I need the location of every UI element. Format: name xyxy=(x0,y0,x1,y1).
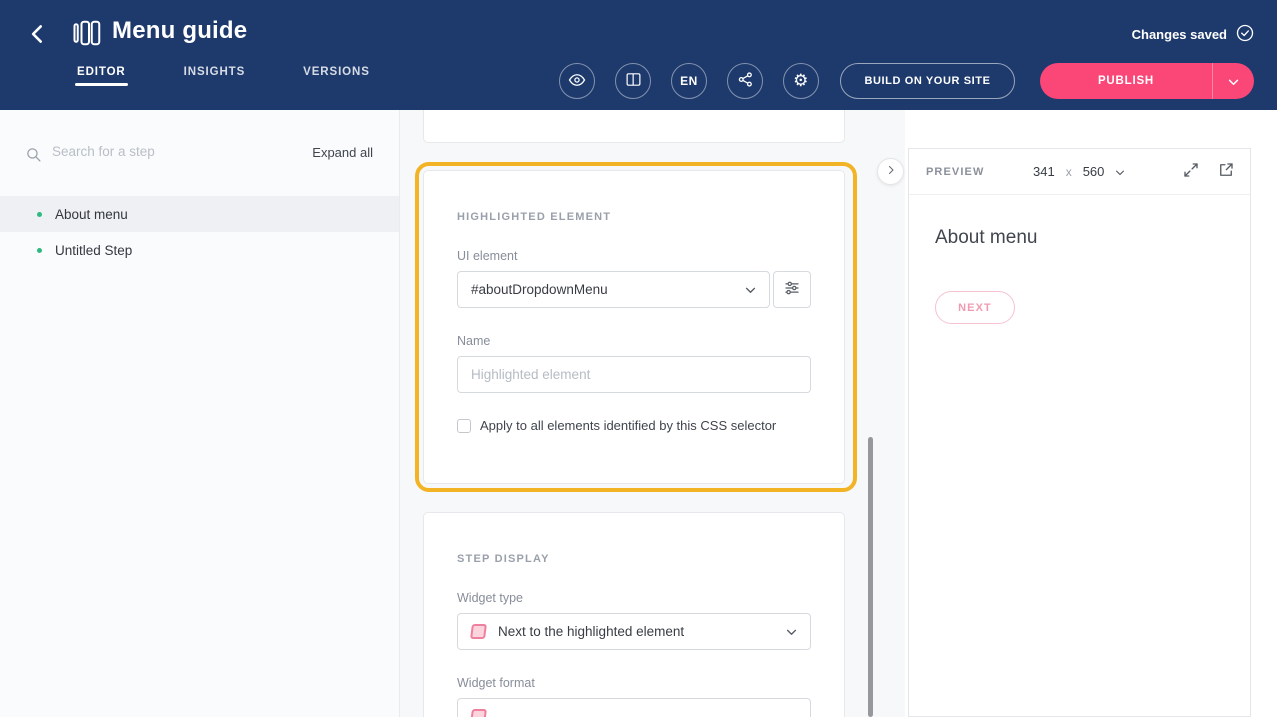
tab-insights[interactable]: INSIGHTS xyxy=(182,66,248,94)
preview-eye-button[interactable] xyxy=(559,63,595,99)
step-list: About menu Untitled Step xyxy=(0,196,399,268)
header-icon-buttons: EN ⚙ xyxy=(559,63,819,99)
selector-settings-button[interactable] xyxy=(773,271,811,308)
layout-panel-button[interactable] xyxy=(615,63,651,99)
apply-all-row: Apply to all elements identified by this… xyxy=(457,418,811,433)
expand-icon xyxy=(1182,161,1200,182)
build-on-your-site-button[interactable]: BUILD ON YOUR SITE xyxy=(840,63,1015,99)
preview-width: 341 xyxy=(1033,164,1055,179)
steps-sidebar: Expand all About menu Untitled Step xyxy=(0,110,400,717)
preview-dimensions-select[interactable]: 341 x 560 xyxy=(1033,164,1125,179)
app-logo-icon xyxy=(70,17,102,49)
widget-type-value: Next to the highlighted element xyxy=(498,624,684,639)
widget-type-label: Widget type xyxy=(457,591,811,605)
tab-versions[interactable]: VERSIONS xyxy=(301,66,372,94)
highlighted-element-card: HIGHLIGHTED ELEMENT UI element #aboutDro… xyxy=(423,170,845,484)
step-label: Untitled Step xyxy=(55,243,132,258)
step-display-card: STEP DISPLAY Widget type Next to the hig… xyxy=(423,512,845,717)
ui-element-select[interactable]: #aboutDropdownMenu xyxy=(457,271,770,308)
changes-saved-status: Changes saved xyxy=(1132,23,1255,46)
header-tabs: EDITOR INSIGHTS VERSIONS xyxy=(75,66,372,94)
step-status-dot xyxy=(37,212,42,217)
chevron-right-icon xyxy=(885,164,897,179)
chevron-down-icon xyxy=(1228,74,1239,89)
widget-type-select[interactable]: Next to the highlighted element xyxy=(457,613,811,650)
name-label: Name xyxy=(457,334,811,348)
collapse-preview-button[interactable] xyxy=(877,158,904,185)
section-title: STEP DISPLAY xyxy=(457,553,811,565)
element-name-input[interactable] xyxy=(457,356,811,393)
layout-panel-icon xyxy=(625,71,642,91)
publish-button[interactable]: PUBLISH xyxy=(1040,63,1212,99)
app: Menu guide Changes saved EDITOR INSIGHTS… xyxy=(0,0,1277,717)
expand-all-link[interactable]: Expand all xyxy=(312,145,373,160)
widget-tooltip-icon xyxy=(470,624,487,639)
editor-settings-column: HIGHLIGHTED ELEMENT UI element #aboutDro… xyxy=(400,110,905,717)
top-bar: Menu guide Changes saved EDITOR INSIGHTS… xyxy=(0,0,1277,110)
chevron-down-icon xyxy=(786,624,797,639)
section-title: HIGHLIGHTED ELEMENT xyxy=(457,211,811,223)
search-input[interactable] xyxy=(52,144,262,159)
check-circle-icon xyxy=(1235,23,1255,46)
dimension-separator: x xyxy=(1066,165,1072,179)
vertical-scrollbar[interactable] xyxy=(868,437,873,717)
ui-element-label: UI element xyxy=(457,249,811,263)
apply-all-checkbox[interactable] xyxy=(457,419,471,433)
preview-height: 560 xyxy=(1083,164,1105,179)
share-icon xyxy=(737,71,754,91)
chevron-down-icon xyxy=(745,282,756,297)
sliders-icon xyxy=(783,279,801,300)
changes-saved-label: Changes saved xyxy=(1132,27,1227,42)
step-item-untitled-step[interactable]: Untitled Step xyxy=(0,232,399,268)
preview-next-button[interactable]: NEXT xyxy=(935,291,1015,324)
ui-element-value: #aboutDropdownMenu xyxy=(471,282,608,297)
step-item-about-menu[interactable]: About menu xyxy=(0,196,399,232)
language-button[interactable]: EN xyxy=(671,63,707,99)
preview-step-title: About menu xyxy=(935,227,1224,249)
publish-split-button: PUBLISH xyxy=(1040,63,1254,99)
tab-editor[interactable]: EDITOR xyxy=(75,66,128,94)
preview-panel: PREVIEW 341 x 560 xyxy=(908,148,1251,717)
widget-format-label: Widget format xyxy=(457,676,811,690)
widget-format-icon xyxy=(470,709,487,717)
gear-icon: ⚙ xyxy=(793,73,809,90)
publish-dropdown-button[interactable] xyxy=(1212,63,1254,99)
widget-format-select[interactable] xyxy=(457,698,811,717)
ui-element-row: #aboutDropdownMenu xyxy=(457,271,811,308)
back-button[interactable] xyxy=(22,19,54,51)
settings-button[interactable]: ⚙ xyxy=(783,63,819,99)
previous-card-partial xyxy=(423,110,845,143)
expand-preview-button[interactable] xyxy=(1182,161,1200,182)
preview-title: PREVIEW xyxy=(926,166,984,178)
open-external-button[interactable] xyxy=(1217,161,1235,182)
external-link-icon xyxy=(1217,161,1235,182)
preview-body: About menu NEXT xyxy=(909,195,1250,356)
back-chevron-icon xyxy=(25,21,51,50)
preview-header: PREVIEW 341 x 560 xyxy=(909,149,1250,195)
eye-icon xyxy=(568,71,586,92)
chevron-down-icon xyxy=(1115,164,1125,179)
step-status-dot xyxy=(37,248,42,253)
apply-all-label: Apply to all elements identified by this… xyxy=(480,418,776,433)
step-search-row: Expand all xyxy=(0,110,399,196)
search-icon xyxy=(25,146,42,168)
preview-actions xyxy=(1182,161,1235,182)
step-label: About menu xyxy=(55,207,128,222)
page-title: Menu guide xyxy=(112,17,247,45)
share-button[interactable] xyxy=(727,63,763,99)
